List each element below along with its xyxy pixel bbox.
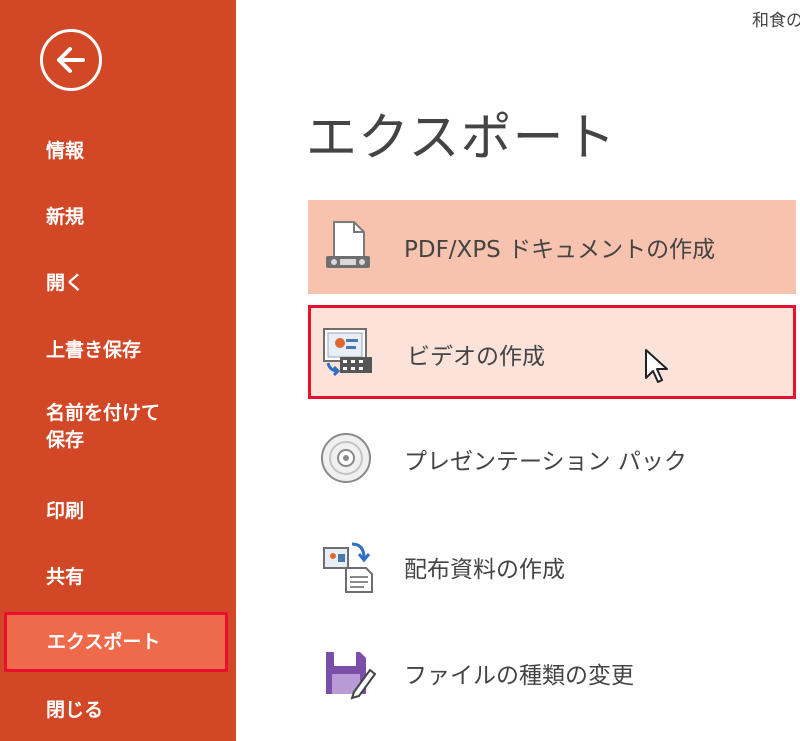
nav-item-export[interactable]: エクスポート <box>4 612 228 672</box>
nav-item-info[interactable]: 情報 <box>46 138 84 165</box>
option-change-file-type[interactable]: ファイルの種類の変更 <box>308 626 796 720</box>
nav-item-print[interactable]: 印刷 <box>46 498 84 525</box>
handout-icon <box>323 542 373 593</box>
nav-item-save-as-line2: 保存 <box>46 429 85 451</box>
nav-item-save-as-line1: 名前を付けて <box>46 402 161 424</box>
nav-item-close[interactable]: 閉じる <box>46 697 103 724</box>
nav-item-share[interactable]: 共有 <box>46 564 84 591</box>
save-as-icon <box>326 652 376 700</box>
option-create-handouts[interactable]: 配布資料の作成 <box>308 520 796 614</box>
option-label: ファイルの種類の変更 <box>404 663 634 689</box>
document-title: 和食の <box>752 11 800 31</box>
option-package-presentation[interactable]: プレゼンテーション パック <box>308 412 796 506</box>
pdf-document-icon <box>326 221 370 268</box>
video-icon <box>323 328 372 377</box>
option-create-video[interactable]: ビデオの作成 <box>308 305 796 399</box>
option-label: プレゼンテーション パック <box>404 449 687 475</box>
back-button[interactable] <box>40 29 102 91</box>
option-label: PDF/XPS ドキュメントの作成 <box>404 237 716 263</box>
nav-item-open[interactable]: 開く <box>46 270 84 297</box>
option-create-pdf-xps[interactable]: PDF/XPS ドキュメントの作成 <box>308 200 796 294</box>
nav-item-save[interactable]: 上書き保存 <box>46 337 141 364</box>
option-label: 配布資料の作成 <box>404 557 565 583</box>
option-label: ビデオの作成 <box>407 344 545 370</box>
nav-item-save-as[interactable]: 名前を付けて 保存 <box>46 400 160 454</box>
cd-icon <box>321 433 371 483</box>
mouse-cursor-icon <box>645 349 668 383</box>
back-arrow-icon <box>57 47 85 73</box>
backstage-sidebar: 情報 新規 開く 上書き保存 名前を付けて 保存 印刷 共有 エクスポート 閉じ… <box>0 0 236 741</box>
page-title: エクスポート <box>306 109 617 168</box>
nav-item-new[interactable]: 新規 <box>46 204 84 231</box>
